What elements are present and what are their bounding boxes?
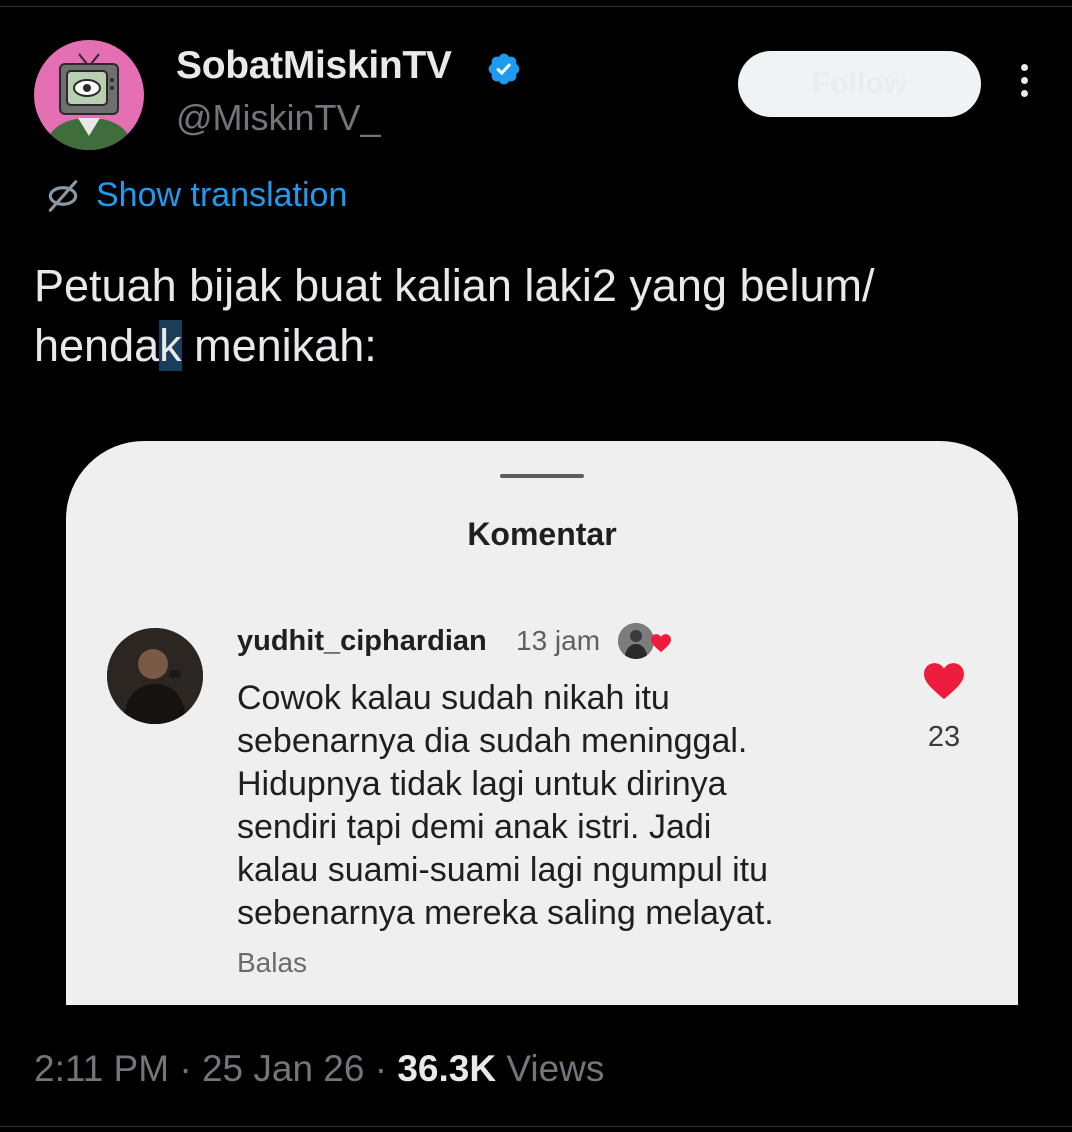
comment-text-line: kalau suami-suami lagi ngumpul itu (237, 851, 769, 889)
person-photo-icon (107, 628, 203, 724)
tweet-time[interactable]: 2:11 PM (34, 1048, 169, 1089)
tweet-text-segment: menikah: (181, 320, 377, 371)
comment-text-line: Hidupnya tidak lagi untuk dirinya (237, 765, 727, 803)
meta-separator: · (374, 1048, 388, 1089)
comments-sheet: Komentar yudhit_ciphardian 13 jam Cowok … (66, 441, 1018, 1005)
tweet-media-image[interactable]: Komentar yudhit_ciphardian 13 jam Cowok … (66, 431, 1018, 1005)
creator-liked-heart-icon (651, 634, 671, 653)
tweet-date[interactable]: 25 Jan 26 (202, 1048, 365, 1089)
tv-mascot-icon (44, 53, 134, 150)
top-divider (0, 6, 1072, 7)
tweet-text-line: Petuah bijak buat kalian laki2 yang belu… (34, 260, 875, 311)
comment-timestamp: 13 jam (516, 625, 601, 656)
sheet-grabber (500, 474, 584, 478)
author-name[interactable]: SobatMiskinTV (176, 44, 452, 88)
reply-link: Balas (237, 947, 308, 978)
comment-like-count: 23 (927, 721, 961, 753)
comment-text-line: sebenarnya dia sudah meninggal. (237, 722, 748, 760)
comment-text: Cowok kalau sudah nikah itu sebenarnya d… (237, 677, 917, 935)
meta-separator: · (179, 1048, 192, 1089)
tweet-text-line: hendak menikah: (34, 316, 1034, 376)
sheet-title: Komentar (467, 516, 617, 552)
show-translation-label: Show translation (96, 176, 348, 214)
translate-globe-icon (48, 179, 78, 212)
show-translation-link[interactable]: Show translation (44, 176, 347, 215)
author-handle[interactable]: @MiskinTV_ (176, 97, 381, 139)
verified-badge-icon (488, 53, 520, 85)
creator-avatar-small (618, 623, 654, 659)
comment-username: yudhit_ciphardian (237, 625, 487, 657)
comment-text-line: sendiri tapi demi anak istri. Jadi (237, 808, 712, 846)
commenter-avatar (107, 628, 203, 724)
author-avatar[interactable] (34, 40, 144, 150)
heart-icon (924, 663, 964, 700)
tweet-text-segment: henda (34, 320, 160, 371)
more-options-icon[interactable] (1006, 64, 1042, 104)
tweet-text: Petuah bijak buat kalian laki2 yang belu… (34, 256, 1034, 376)
tweet-meta: 2:11 PM · 25 Jan 26 · 36.3K Views (34, 1048, 604, 1090)
text-selection-highlight: k (159, 320, 182, 371)
comment-text-line: sebenarnya mereka saling melayat. (237, 894, 774, 932)
bottom-divider (0, 1126, 1072, 1127)
views-count[interactable]: 36.3K (397, 1048, 496, 1089)
views-label[interactable]: Views (506, 1048, 604, 1089)
creator-photo-icon (618, 623, 654, 659)
follow-button[interactable]: Follow (738, 51, 981, 117)
comment-text-line: Cowok kalau sudah nikah itu (237, 679, 670, 717)
